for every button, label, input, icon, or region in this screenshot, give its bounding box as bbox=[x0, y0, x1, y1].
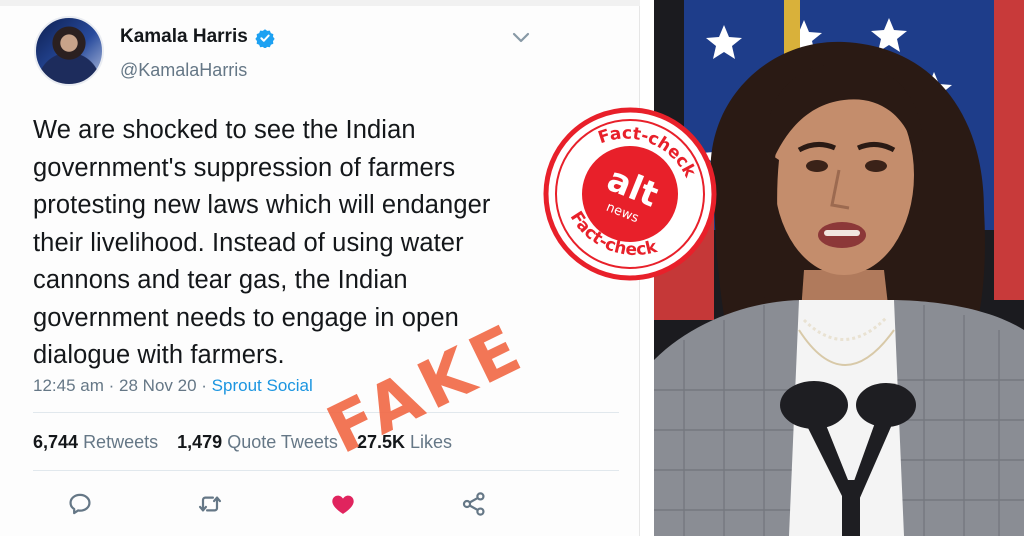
tweet-date[interactable]: 28 Nov 20 bbox=[119, 376, 197, 395]
tweet-meta: 12:45 am · 28 Nov 20 · Sprout Social bbox=[33, 376, 313, 396]
chevron-down-icon[interactable] bbox=[512, 32, 530, 44]
quotes-label: Quote Tweets bbox=[227, 432, 338, 452]
retweets-stat[interactable]: 6,744 Retweets bbox=[33, 432, 158, 452]
fact-check-seal: Fact-check Fact-check alt news bbox=[543, 107, 717, 281]
quotes-stat[interactable]: 1,479 Quote Tweets bbox=[177, 432, 338, 452]
retweets-count: 6,744 bbox=[33, 432, 79, 452]
tweet-source-link[interactable]: Sprout Social bbox=[212, 376, 313, 395]
author-name[interactable]: Kamala Harris bbox=[120, 26, 248, 48]
top-border bbox=[0, 0, 640, 6]
tweet-time: 12:45 am bbox=[33, 376, 104, 395]
like-icon[interactable] bbox=[329, 490, 357, 518]
divider bbox=[33, 470, 619, 471]
retweet-icon[interactable] bbox=[196, 490, 224, 518]
share-icon[interactable] bbox=[460, 490, 488, 518]
verified-badge-icon bbox=[255, 29, 275, 48]
retweets-label: Retweets bbox=[83, 432, 159, 452]
author-handle[interactable]: @KamalaHarris bbox=[120, 60, 247, 81]
quotes-count: 1,479 bbox=[177, 432, 223, 452]
reply-icon[interactable] bbox=[66, 490, 94, 518]
meta-separator: · bbox=[108, 376, 115, 395]
meta-separator: · bbox=[201, 376, 207, 395]
avatar[interactable] bbox=[34, 16, 104, 86]
